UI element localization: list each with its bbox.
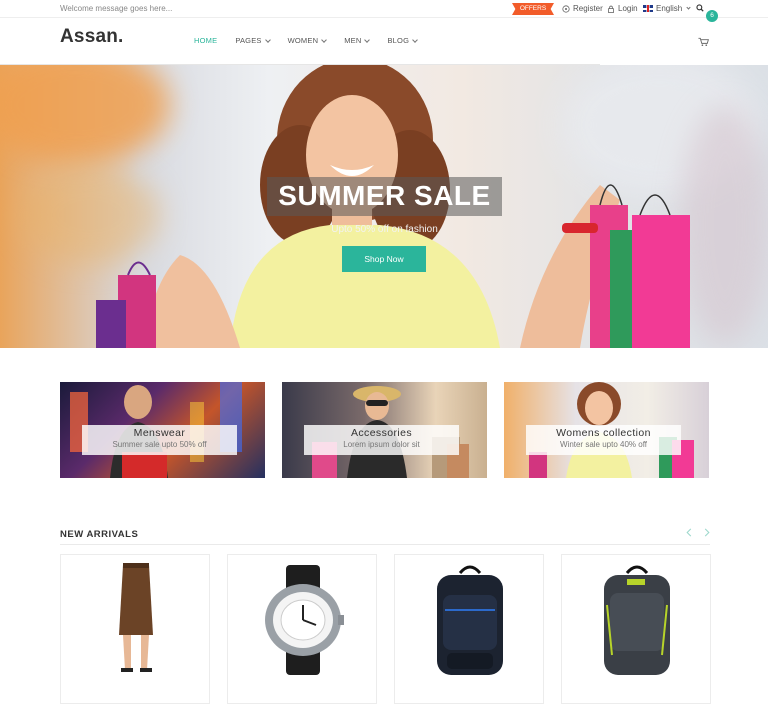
new-arrivals-title: NEW ARRIVALS xyxy=(60,529,139,540)
skirt-product-image xyxy=(119,563,153,672)
menswear-caption: Menswear Summer sale upto 50% off xyxy=(82,425,237,455)
search-icon xyxy=(696,4,704,12)
product-card[interactable] xyxy=(561,554,711,704)
nav-men-label: MEN xyxy=(344,36,362,45)
register-link[interactable]: Register xyxy=(562,4,603,13)
nav-women[interactable]: WOMEN xyxy=(287,36,328,45)
nav-pages[interactable]: PAGES xyxy=(235,36,271,45)
main-nav: HOME PAGES WOMEN MEN BLOG xyxy=(194,36,435,45)
nav-home[interactable]: HOME xyxy=(194,36,217,45)
chevron-right-icon xyxy=(704,528,710,537)
category-subtitle: Winter sale upto 40% off xyxy=(559,440,647,449)
chevron-down-icon xyxy=(412,36,418,43)
offers-badge[interactable]: OFFERS xyxy=(512,3,554,15)
nav-pages-label: PAGES xyxy=(235,36,262,45)
category-title: Womens collection xyxy=(556,427,651,439)
chevron-down-icon xyxy=(264,36,271,43)
uk-flag-icon xyxy=(643,5,653,12)
hero-subtitle: Upto 50% off on fashion xyxy=(331,224,438,235)
search-button[interactable] xyxy=(696,4,704,12)
category-title: Menswear xyxy=(133,427,186,439)
product-card[interactable] xyxy=(227,554,377,704)
welcome-message: Welcome message goes here... xyxy=(60,4,173,13)
carousel-next-button[interactable] xyxy=(704,528,710,540)
category-menswear[interactable]: Menswear Summer sale upto 50% off xyxy=(60,382,265,478)
nav-blog[interactable]: BLOG xyxy=(387,36,418,45)
cart-icon xyxy=(698,37,709,47)
category-subtitle: Lorem ipsum dolor sit xyxy=(343,440,420,449)
login-label: Login xyxy=(618,4,638,13)
section-divider xyxy=(60,544,710,545)
hero-title: SUMMER SALE xyxy=(278,180,491,211)
login-link[interactable]: Login xyxy=(607,4,638,13)
category-title: Accessories xyxy=(350,427,412,439)
carousel-prev-button[interactable] xyxy=(686,528,692,540)
chevron-down-icon xyxy=(321,36,328,43)
nav-women-label: WOMEN xyxy=(287,36,319,45)
cart-count-badge: 6 xyxy=(706,10,718,22)
backpack-product-image xyxy=(437,565,503,675)
product-card[interactable] xyxy=(394,554,544,704)
nav-men[interactable]: MEN xyxy=(344,36,371,45)
product-card[interactable] xyxy=(60,554,210,704)
language-selector[interactable]: English xyxy=(643,4,691,13)
lock-icon xyxy=(608,5,614,13)
accessories-caption: Accessories Lorem ipsum dolor sit xyxy=(304,425,459,455)
category-womens[interactable]: Womens collection Winter sale upto 40% o… xyxy=(504,382,709,478)
chevron-down-icon xyxy=(364,36,371,43)
nav-home-label: HOME xyxy=(194,36,218,45)
nav-blog-label: BLOG xyxy=(387,36,410,45)
womens-caption: Womens collection Winter sale upto 40% o… xyxy=(526,425,681,455)
watch-product-image xyxy=(265,565,344,675)
category-subtitle: Summer sale upto 50% off xyxy=(112,440,207,449)
language-label: English xyxy=(656,4,683,13)
backpack-product-image xyxy=(604,565,670,675)
register-label: Register xyxy=(573,4,603,13)
site-logo[interactable]: Assan. xyxy=(60,26,124,48)
register-icon xyxy=(562,4,570,13)
main-header: Assan. HOME PAGES WOMEN MEN BLOG xyxy=(0,18,768,64)
top-bar: Welcome message goes here... OFFERS Regi… xyxy=(0,0,768,18)
chevron-left-icon xyxy=(686,528,692,537)
category-accessories[interactable]: Accessories Lorem ipsum dolor sit xyxy=(282,382,487,478)
chevron-down-icon xyxy=(686,5,691,10)
cart-button[interactable] xyxy=(698,34,709,52)
shop-now-button[interactable]: Shop Now xyxy=(342,246,426,272)
